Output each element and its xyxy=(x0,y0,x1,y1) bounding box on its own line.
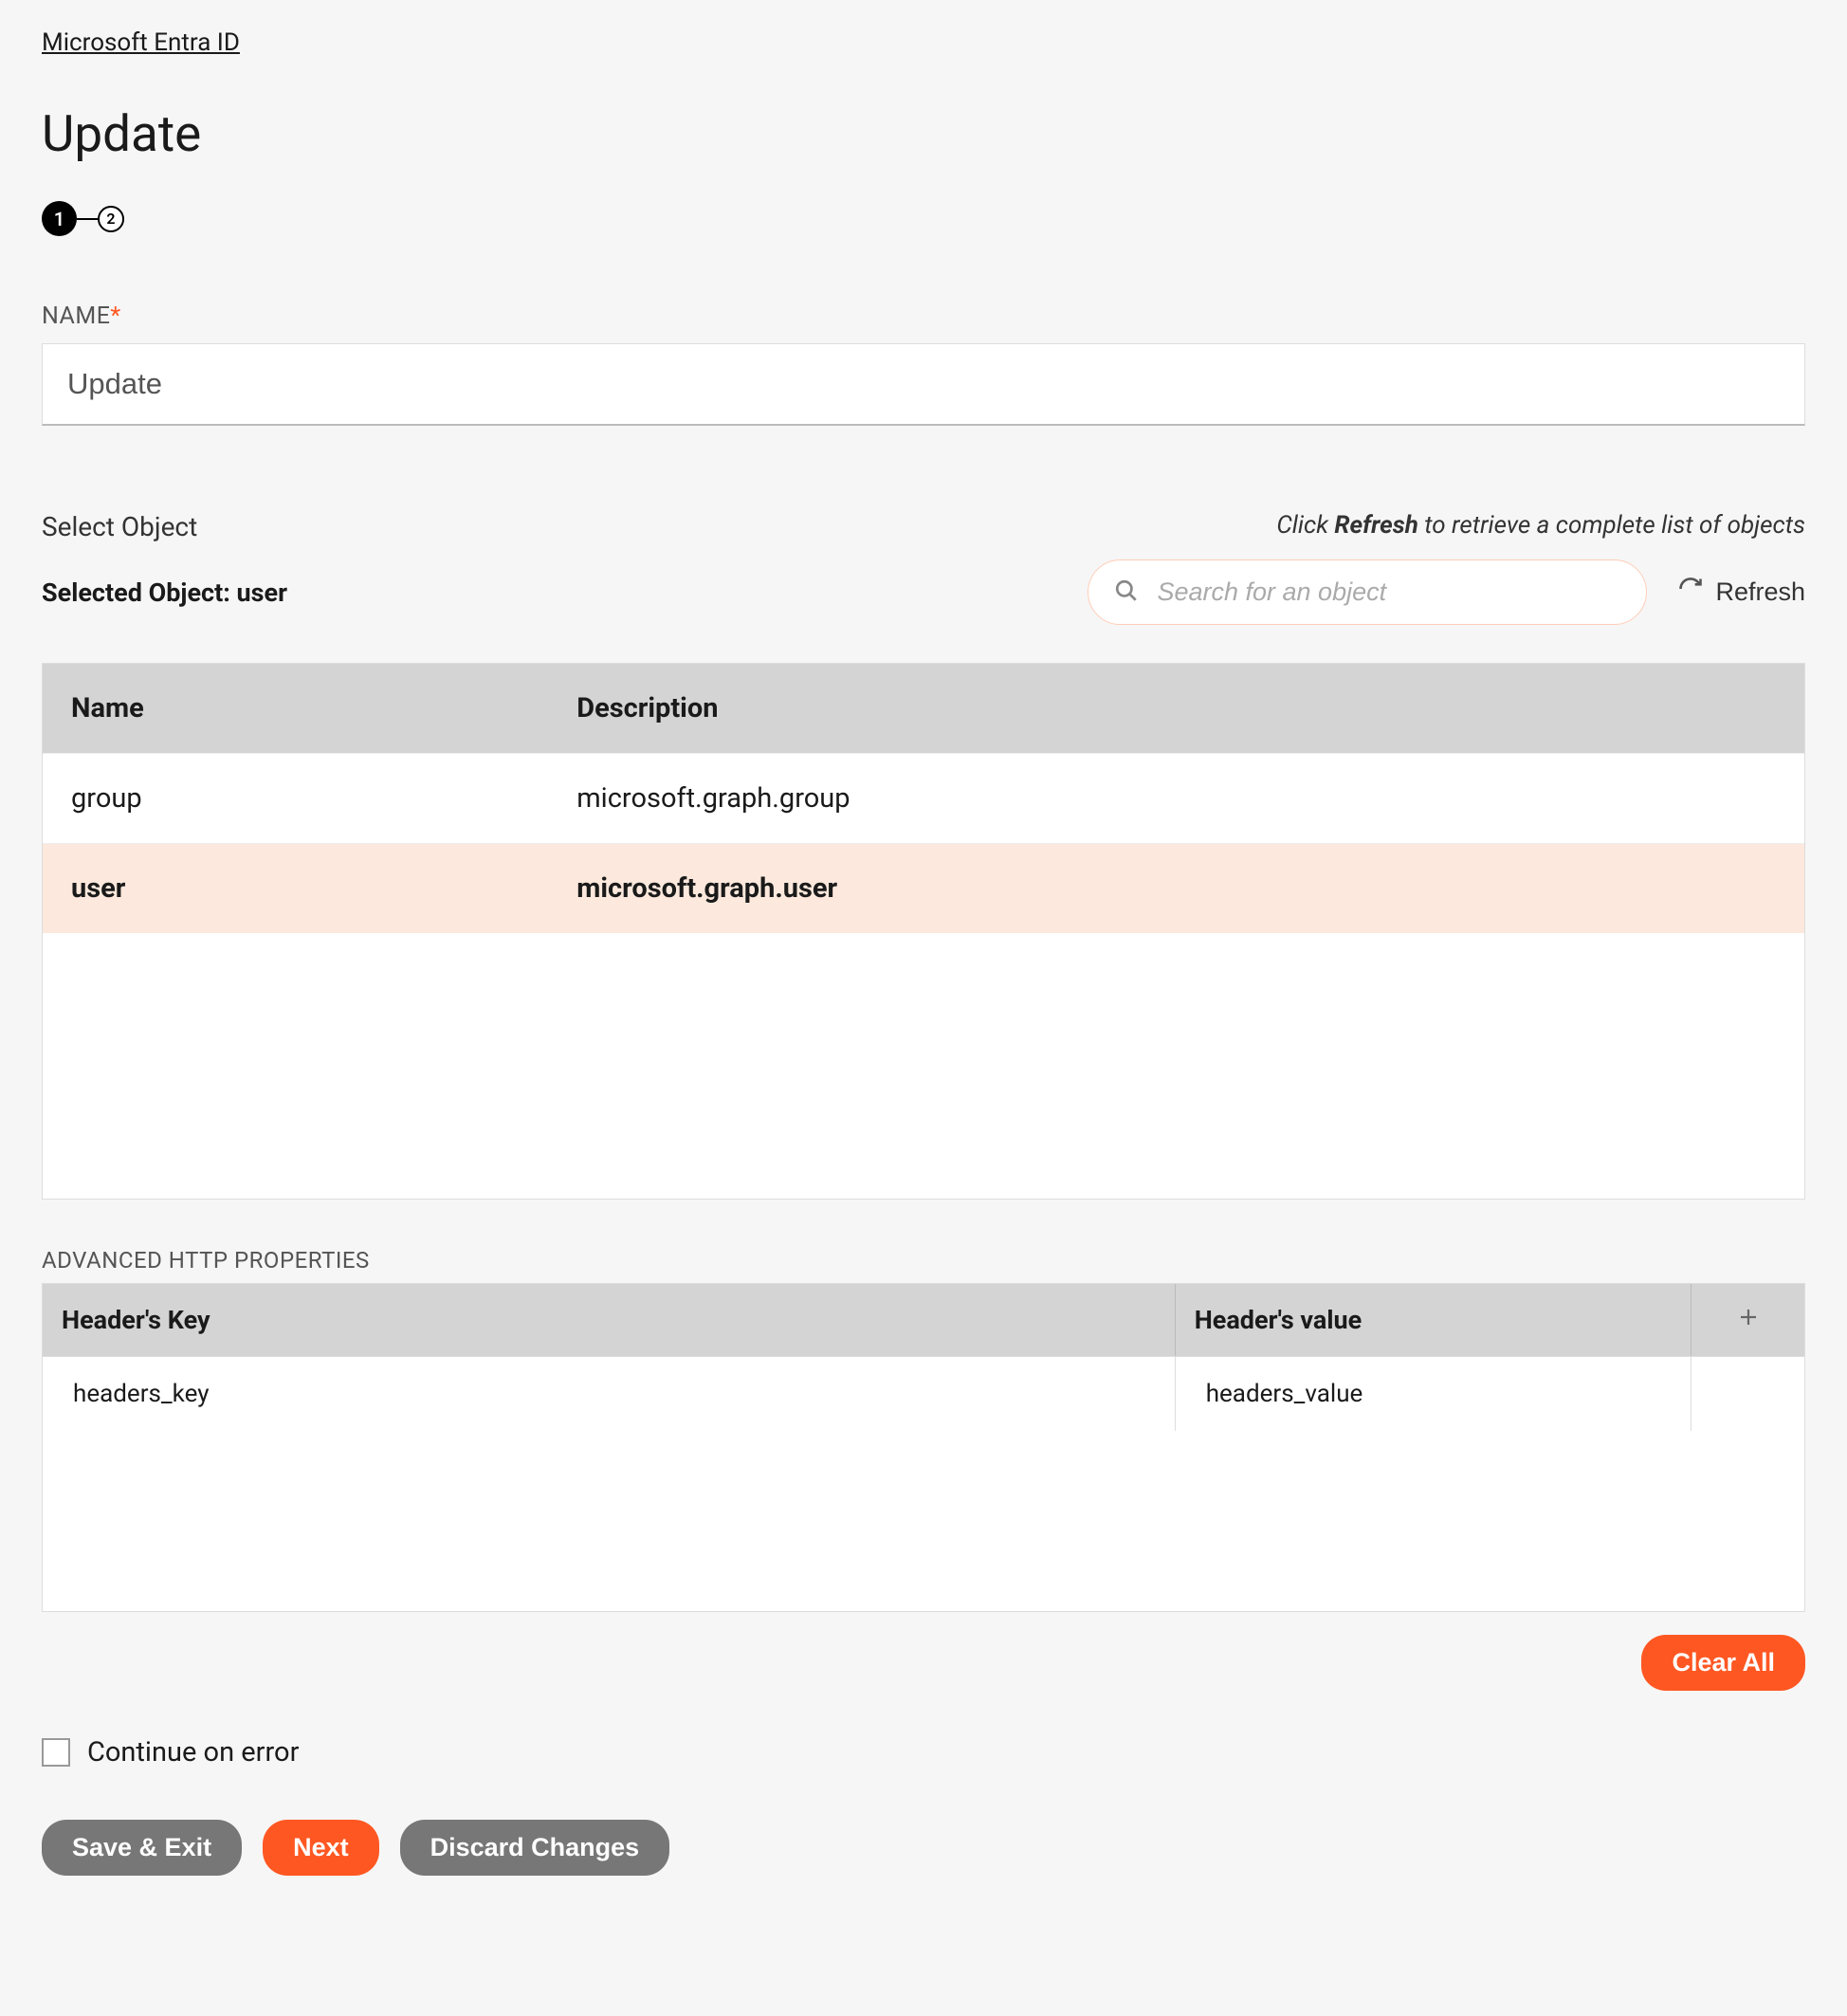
object-table-header: Name Description xyxy=(43,664,1804,753)
hint-suffix: to retrieve a complete list of objects xyxy=(1418,511,1805,540)
cell-description: microsoft.graph.group xyxy=(548,754,1804,843)
search-input[interactable] xyxy=(1088,559,1647,625)
table-row[interactable]: user microsoft.graph.user xyxy=(43,843,1804,933)
discard-button[interactable]: Discard Changes xyxy=(400,1820,670,1876)
hint-bold: Refresh xyxy=(1334,511,1418,540)
cell-actions xyxy=(1692,1357,1804,1431)
refresh-hint: Click Refresh to retrieve a complete lis… xyxy=(1276,511,1805,540)
http-table-header: Header's Key Header's value xyxy=(43,1284,1804,1356)
step-connector xyxy=(77,218,98,220)
next-button[interactable]: Next xyxy=(263,1820,379,1876)
selected-object-text: Selected Object: user xyxy=(42,577,287,608)
http-empty-space xyxy=(43,1431,1804,1611)
name-label-text: NAME xyxy=(42,302,110,330)
continue-on-error-checkbox[interactable] xyxy=(42,1738,70,1767)
http-section-label: ADVANCED HTTP PROPERTIES xyxy=(42,1247,1805,1274)
refresh-icon xyxy=(1677,576,1704,609)
continue-on-error-label: Continue on error xyxy=(87,1736,299,1769)
cell-name: user xyxy=(43,844,548,933)
step-1[interactable]: 1 xyxy=(42,201,77,236)
table-row[interactable]: headers_key headers_value xyxy=(43,1356,1804,1431)
clear-all-button[interactable]: Clear All xyxy=(1641,1635,1805,1691)
th-header-key: Header's Key xyxy=(43,1284,1176,1356)
cell-name: group xyxy=(43,754,548,843)
search-wrap xyxy=(1088,559,1647,625)
breadcrumb-link[interactable]: Microsoft Entra ID xyxy=(42,28,240,57)
plus-icon xyxy=(1737,1305,1760,1335)
cell-description: microsoft.graph.user xyxy=(548,844,1804,933)
name-label: NAME* xyxy=(42,302,1805,330)
page-title: Update xyxy=(42,104,1805,163)
object-table: Name Description group microsoft.graph.g… xyxy=(42,663,1805,1200)
required-star: * xyxy=(110,302,120,330)
cell-header-key: headers_key xyxy=(43,1357,1176,1431)
hint-prefix: Click xyxy=(1276,511,1334,540)
step-2[interactable]: 2 xyxy=(98,206,124,232)
table-row[interactable]: group microsoft.graph.group xyxy=(43,753,1804,843)
name-input[interactable] xyxy=(42,343,1805,426)
cell-header-value: headers_value xyxy=(1176,1357,1692,1431)
th-header-value: Header's value xyxy=(1176,1284,1692,1356)
http-table: Header's Key Header's value headers_key … xyxy=(42,1283,1805,1612)
add-header-button[interactable] xyxy=(1692,1284,1804,1356)
stepper: 1 2 xyxy=(42,201,1805,236)
table-empty-space xyxy=(43,933,1804,1199)
save-exit-button[interactable]: Save & Exit xyxy=(42,1820,242,1876)
select-object-label: Select Object xyxy=(42,511,197,542)
refresh-label: Refresh xyxy=(1715,577,1805,607)
http-table-body: headers_key headers_value xyxy=(43,1356,1804,1611)
object-table-body: group microsoft.graph.group user microso… xyxy=(43,753,1804,1199)
search-icon xyxy=(1114,578,1139,607)
th-description: Description xyxy=(548,664,1804,753)
refresh-button[interactable]: Refresh xyxy=(1677,576,1805,609)
th-name: Name xyxy=(43,664,548,753)
